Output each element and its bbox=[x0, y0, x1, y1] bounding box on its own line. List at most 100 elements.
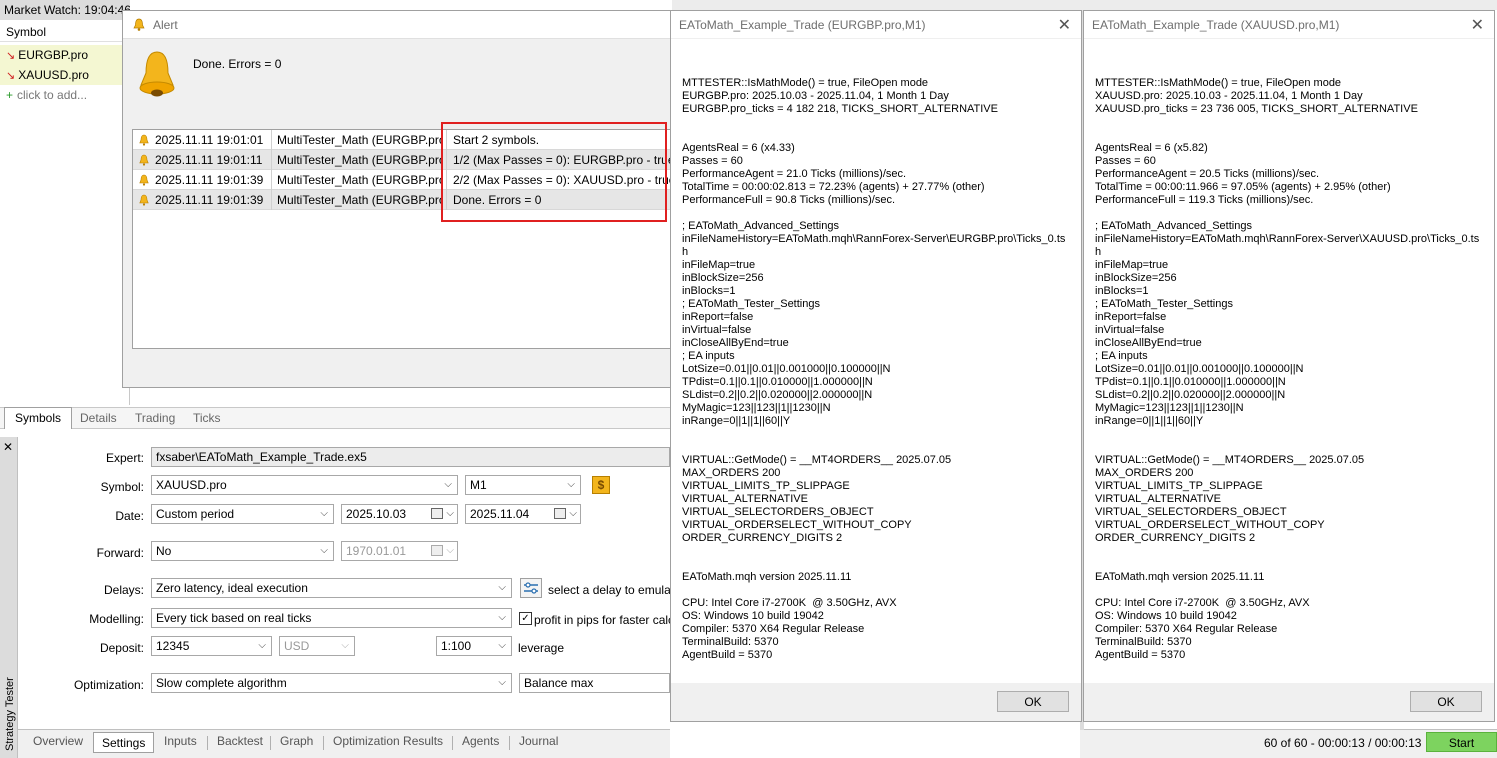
bell-icon bbox=[139, 174, 149, 186]
market-watch-tabs: Symbols Details Trading Ticks bbox=[0, 407, 670, 429]
alert-time: 2025.11.11 19:01:39 bbox=[155, 173, 264, 187]
tab-journal[interactable]: Journal bbox=[519, 734, 558, 748]
delays-value: Zero latency, ideal execution bbox=[156, 581, 308, 595]
alert-time: 2025.11.11 19:01:11 bbox=[155, 153, 263, 167]
tab-trading[interactable]: Trading bbox=[135, 411, 175, 425]
market-watch-add-row[interactable]: + click to add... bbox=[0, 85, 130, 105]
chevron-down-icon: ⌵ bbox=[446, 508, 454, 519]
symbol-value: XAUUSD.pro bbox=[156, 478, 227, 492]
tab-ticks[interactable]: Ticks bbox=[193, 411, 221, 425]
alert-source: MultiTester_Math (EURGBP.pro,... bbox=[277, 193, 443, 207]
symbol-select[interactable]: XAUUSD.pro ⌵ bbox=[151, 475, 458, 495]
chevron-down-icon: ⌵ bbox=[498, 612, 506, 623]
currency-select[interactable]: USD ⌵ bbox=[279, 636, 355, 656]
date-mode-value: Custom period bbox=[156, 507, 235, 521]
tab-settings[interactable]: Settings bbox=[93, 732, 155, 753]
alert-time: 2025.11.11 19:01:01 bbox=[155, 133, 264, 147]
calendar-icon bbox=[431, 545, 443, 556]
tab-symbols[interactable]: Symbols bbox=[4, 407, 73, 429]
timeframe-value: M1 bbox=[470, 478, 487, 492]
date-from-picker[interactable]: 2025.10.03 ⌵ bbox=[341, 504, 458, 524]
delay-settings-button[interactable] bbox=[520, 578, 542, 598]
chevron-down-icon: ⌵ bbox=[341, 640, 349, 651]
market-watch-title: Market Watch: 19:04:46 bbox=[0, 0, 130, 20]
tab-divider bbox=[207, 736, 208, 750]
bell-icon bbox=[139, 154, 149, 166]
criterion-select[interactable]: Balance max bbox=[519, 673, 670, 693]
tab-divider bbox=[323, 736, 324, 750]
deposit-input[interactable]: 12345 ⌵ bbox=[151, 636, 272, 656]
tab-divider bbox=[270, 736, 271, 750]
delays-hint: select a delay to emulate s bbox=[548, 583, 670, 597]
delays-select[interactable]: Zero latency, ideal execution ⌵ bbox=[151, 578, 512, 598]
ok-button[interactable]: OK bbox=[997, 691, 1069, 712]
timeframe-select[interactable]: M1 ⌵ bbox=[465, 475, 581, 495]
date-to-value: 2025.11.04 bbox=[470, 507, 530, 521]
close-icon[interactable]: ✕ bbox=[1058, 15, 1071, 35]
pips-checkbox[interactable]: ✓ bbox=[519, 612, 532, 625]
modelling-label: Modelling: bbox=[89, 612, 144, 626]
bell-icon bbox=[139, 134, 149, 146]
dialog-title: EAToMath_Example_Trade (XAUUSD.pro,M1) bbox=[1084, 11, 1494, 39]
tab-graph[interactable]: Graph bbox=[280, 734, 313, 748]
tab-optimization-results[interactable]: Optimization Results bbox=[333, 734, 443, 748]
tab-inputs[interactable]: Inputs bbox=[164, 734, 197, 748]
close-icon[interactable]: ✕ bbox=[3, 440, 13, 454]
chevron-down-icon: ⌵ bbox=[498, 640, 506, 651]
market-watch-row[interactable]: ↘ XAUUSD.pro bbox=[0, 65, 130, 85]
pips-label: profit in pips for faster calcula bbox=[534, 613, 670, 627]
leverage-select[interactable]: 1:100 ⌵ bbox=[436, 636, 512, 656]
forward-label: Forward: bbox=[96, 546, 144, 560]
optimization-select[interactable]: Slow complete algorithm ⌵ bbox=[151, 673, 512, 693]
symbol-properties-dollar-icon[interactable]: $ bbox=[592, 476, 610, 494]
start-button[interactable]: Start bbox=[1426, 732, 1497, 752]
date-from-value: 2025.10.03 bbox=[346, 507, 407, 521]
tab-agents[interactable]: Agents bbox=[462, 734, 499, 748]
tab-divider bbox=[509, 736, 510, 750]
result-dialog-eurgbp: EAToMath_Example_Trade (EURGBP.pro,M1) ✕… bbox=[670, 10, 1082, 722]
alert-source: MultiTester_Math (EURGBP.pro,... bbox=[277, 173, 443, 187]
price-down-arrow-icon: ↘ bbox=[6, 50, 16, 62]
price-down-arrow-icon: ↘ bbox=[6, 70, 16, 82]
alert-message: Done. Errors = 0 bbox=[193, 57, 282, 71]
expert-label: Expert: bbox=[105, 451, 144, 465]
symbol-name: EURGBP.pro bbox=[18, 48, 89, 62]
forward-value: No bbox=[156, 544, 172, 558]
result-dialog-xauusd: EAToMath_Example_Trade (XAUUSD.pro,M1) ✕… bbox=[1083, 10, 1495, 722]
tab-backtest[interactable]: Backtest bbox=[217, 734, 263, 748]
dialog-footer: OK bbox=[1084, 683, 1494, 721]
strategy-tester-tabs: Overview Settings Inputs Backtest Graph … bbox=[18, 729, 670, 758]
result-text: MTTESTER::IsMathMode() = true, FileOpen … bbox=[682, 77, 1066, 661]
chevron-down-icon: ⌵ bbox=[320, 508, 328, 519]
alert-bell-icon bbox=[139, 51, 175, 97]
optimization-label: Optimization: bbox=[73, 678, 144, 692]
chevron-down-icon: ⌵ bbox=[567, 479, 575, 490]
column-divider bbox=[271, 130, 272, 150]
chevron-down-icon: ⌵ bbox=[320, 545, 328, 556]
date-label: Date: bbox=[115, 509, 144, 523]
alert-source: MultiTester_Math (EURGBP.pro,... bbox=[277, 153, 443, 167]
tab-details[interactable]: Details bbox=[80, 411, 117, 425]
alert-time: 2025.11.11 19:01:39 bbox=[155, 193, 264, 207]
expert-field[interactable]: fxsaber\EAToMath_Example_Trade.ex5 bbox=[151, 447, 670, 467]
ok-button[interactable]: OK bbox=[1410, 691, 1482, 712]
forward-date-picker[interactable]: 1970.01.01 ⌵ bbox=[341, 541, 458, 561]
date-mode-select[interactable]: Custom period ⌵ bbox=[151, 504, 334, 524]
column-divider bbox=[271, 190, 272, 210]
date-to-picker[interactable]: 2025.11.04 ⌵ bbox=[465, 504, 581, 524]
chevron-down-icon: ⌵ bbox=[444, 479, 452, 490]
calendar-icon bbox=[554, 508, 566, 519]
forward-select[interactable]: No ⌵ bbox=[151, 541, 334, 561]
modelling-select[interactable]: Every tick based on real ticks ⌵ bbox=[151, 608, 512, 628]
market-watch-column-header[interactable]: Symbol bbox=[0, 22, 130, 42]
close-icon[interactable]: ✕ bbox=[1471, 15, 1484, 35]
calendar-icon bbox=[431, 508, 443, 519]
market-watch-row[interactable]: ↘ EURGBP.pro bbox=[0, 45, 130, 65]
dialog-title: EAToMath_Example_Trade (EURGBP.pro,M1) bbox=[671, 11, 1081, 39]
bell-icon bbox=[133, 18, 145, 31]
alert-title: Alert bbox=[123, 11, 671, 39]
tab-overview[interactable]: Overview bbox=[33, 734, 83, 748]
test-progress-text: 60 of 60 - 00:00:13 / 00:00:13 bbox=[1264, 736, 1422, 750]
chevron-down-icon: ⌵ bbox=[446, 545, 454, 556]
criterion-value: Balance max bbox=[524, 676, 594, 690]
